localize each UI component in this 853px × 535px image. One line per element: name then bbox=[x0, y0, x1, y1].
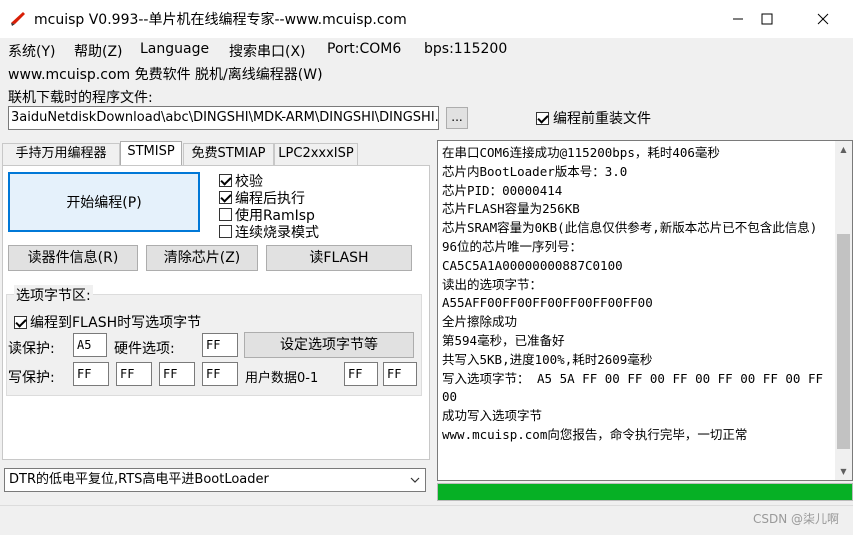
start-programming-button[interactable]: 开始编程(P) bbox=[8, 172, 200, 232]
reload-label: 编程前重装文件 bbox=[553, 111, 651, 127]
tab-handheld-programmer[interactable]: 手持万用编程器 bbox=[2, 143, 120, 165]
hw-option-input[interactable]: FF bbox=[202, 333, 238, 357]
log-text: 在串口COM6连接成功@115200bps，耗时406毫秒 芯片内BootLoa… bbox=[442, 145, 824, 442]
title-bar[interactable]: mcuisp V0.993--单片机在线编程专家--www.mcuisp.com bbox=[0, 0, 853, 38]
user-data-input-0[interactable]: FF bbox=[344, 362, 378, 386]
read-flash-button[interactable]: 读FLASH bbox=[266, 245, 412, 271]
menu-bar: 系统(Y) 帮助(Z) Language 搜索串口(X) Port:COM6 b… bbox=[0, 38, 853, 62]
tab-lpc2xxxisp[interactable]: LPC2xxxISP bbox=[274, 143, 358, 165]
user-data-label: 用户数据0-1 bbox=[245, 371, 319, 386]
program-options: 校验 编程后执行 使用RamIsp 连续烧录模式 bbox=[219, 172, 415, 241]
watermark: CSDN @柒儿啊 bbox=[752, 512, 839, 526]
file-label: 联机下载时的程序文件: bbox=[8, 90, 153, 106]
menu-language[interactable]: Language bbox=[140, 41, 209, 57]
boot-mode-select[interactable]: DTR的低电平复位,RTS高电平进BootLoader bbox=[4, 468, 426, 492]
app-icon bbox=[11, 12, 25, 26]
tab-stmisp[interactable]: STMISP bbox=[120, 141, 182, 166]
scroll-thumb[interactable] bbox=[837, 234, 850, 449]
write-option-bytes-checkbox[interactable]: 编程到FLASH时写选项字节 bbox=[14, 312, 201, 332]
write-option-checkbox-box[interactable] bbox=[14, 315, 27, 329]
menu-search-port[interactable]: 搜索串口(X) bbox=[229, 41, 306, 61]
menu-system[interactable]: 系统(Y) bbox=[8, 41, 55, 61]
reload-checkbox-box[interactable] bbox=[536, 111, 549, 125]
close-button[interactable] bbox=[800, 0, 846, 38]
menu-help[interactable]: 帮助(Z) bbox=[74, 41, 123, 61]
user-data-input-1[interactable]: FF bbox=[383, 362, 417, 386]
log-scrollbar[interactable]: ▲ ▼ bbox=[835, 141, 852, 480]
browse-button[interactable]: ... bbox=[446, 107, 468, 129]
continuous-label: 连续烧录模式 bbox=[235, 224, 319, 241]
option-continuous[interactable]: 连续烧录模式 bbox=[219, 223, 415, 241]
hw-option-label: 硬件选项: bbox=[114, 341, 175, 357]
progress-fill bbox=[438, 484, 852, 500]
verify-checkbox[interactable] bbox=[219, 174, 232, 187]
status-bar bbox=[0, 505, 853, 535]
reload-before-program-checkbox[interactable]: 编程前重装文件 bbox=[536, 108, 651, 128]
window-title: mcuisp V0.993--单片机在线编程专家--www.mcuisp.com bbox=[34, 12, 407, 28]
write-option-label: 编程到FLASH时写选项字节 bbox=[30, 315, 202, 331]
read-device-info-button[interactable]: 读器件信息(R) bbox=[8, 245, 138, 271]
menu-bps[interactable]: bps:115200 bbox=[424, 41, 507, 57]
read-protect-label: 读保护: bbox=[8, 341, 55, 357]
write-protect-input-1[interactable]: FF bbox=[116, 362, 152, 386]
tab-free-stmiap[interactable]: 免费STMIAP bbox=[183, 143, 274, 165]
file-path-input[interactable]: 3aiduNetdiskDownload\abc\DINGSHI\MDK-ARM… bbox=[8, 106, 439, 130]
read-protect-input[interactable]: A5 bbox=[73, 333, 107, 357]
scroll-up-icon[interactable]: ▲ bbox=[835, 141, 852, 158]
write-protect-input-2[interactable]: FF bbox=[159, 362, 195, 386]
progress-bar bbox=[437, 483, 853, 501]
chevron-down-icon[interactable] bbox=[405, 469, 425, 491]
erase-chip-button[interactable]: 清除芯片(Z) bbox=[146, 245, 258, 271]
write-protect-input-3[interactable]: FF bbox=[202, 362, 238, 386]
option-run-after[interactable]: 编程后执行 bbox=[219, 189, 415, 207]
set-option-bytes-button[interactable]: 设定选项字节等 bbox=[244, 332, 414, 358]
scroll-down-icon[interactable]: ▼ bbox=[835, 463, 852, 480]
minimize-icon bbox=[733, 18, 743, 20]
option-ramisp[interactable]: 使用RamIsp bbox=[219, 206, 415, 224]
run-after-checkbox[interactable] bbox=[219, 191, 232, 204]
boot-mode-value: DTR的低电平复位,RTS高电平进BootLoader bbox=[9, 472, 269, 487]
menu-port[interactable]: Port:COM6 bbox=[327, 41, 401, 57]
ramisp-checkbox[interactable] bbox=[219, 208, 232, 221]
write-protect-label: 写保护: bbox=[8, 370, 55, 386]
option-bytes-title: 选项字节区: bbox=[14, 285, 93, 305]
continuous-checkbox[interactable] bbox=[219, 225, 232, 238]
maximize-button[interactable] bbox=[744, 0, 790, 38]
menu-offline-programmer[interactable]: www.mcuisp.com 免费软件 脱机/离线编程器(W) bbox=[8, 64, 323, 84]
option-verify[interactable]: 校验 bbox=[219, 172, 415, 190]
close-icon bbox=[817, 13, 829, 25]
write-protect-input-0[interactable]: FF bbox=[73, 362, 109, 386]
maximize-icon bbox=[761, 13, 773, 25]
log-output[interactable]: 在串口COM6连接成功@115200bps，耗时406毫秒 芯片内BootLoa… bbox=[437, 140, 853, 481]
